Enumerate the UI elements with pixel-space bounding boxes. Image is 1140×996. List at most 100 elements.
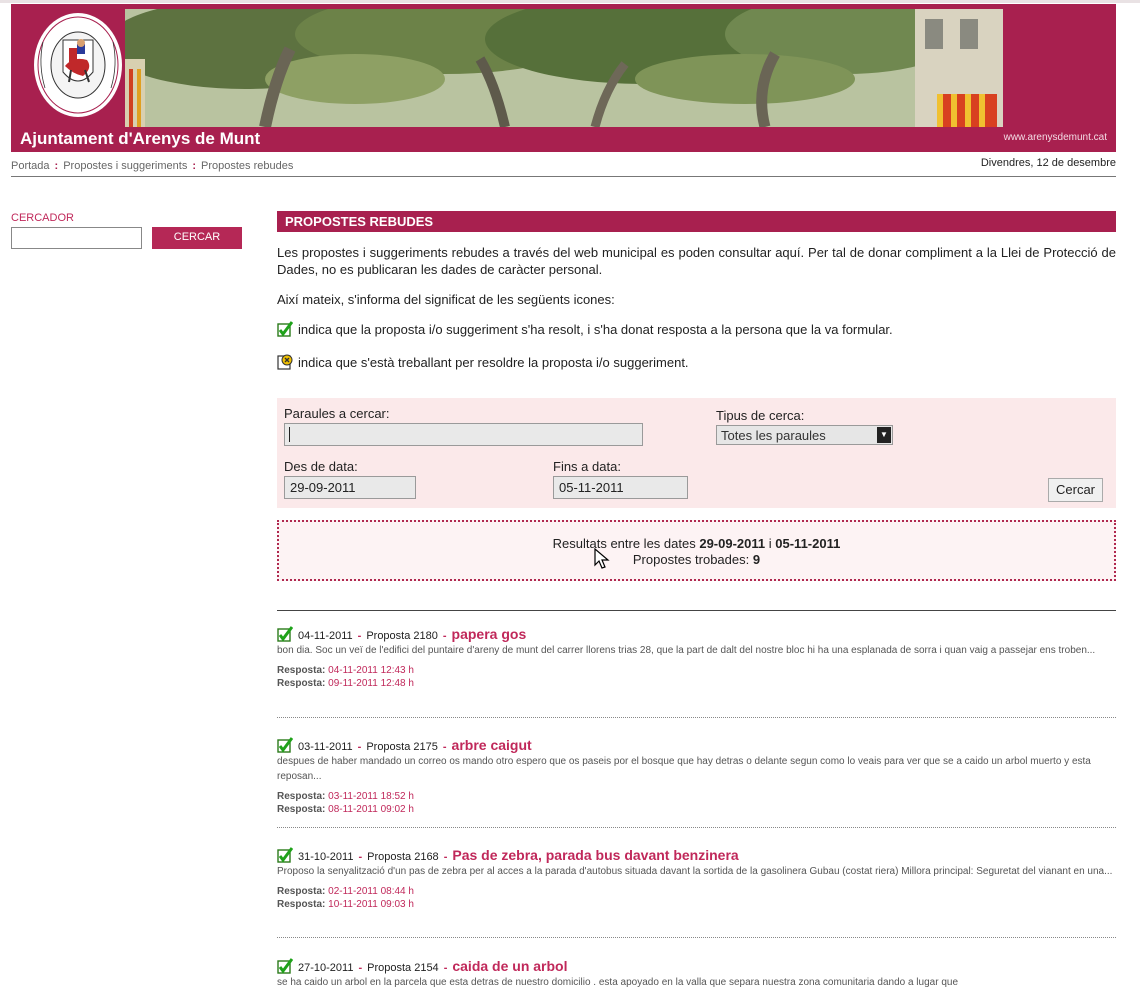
response-date: 08-11-2011 09:02 h: [328, 804, 414, 815]
search-filter-form: Paraules a cercar: Tipus de cerca: Totes…: [277, 398, 1116, 508]
check-resolved-icon: [277, 737, 293, 753]
response-date: 09-11-2011 12:48 h: [328, 678, 414, 689]
separator-dash: -: [357, 630, 362, 642]
proposal-excerpt: Proposo la senyalització d'un pas de zeb…: [277, 866, 1113, 877]
legend-resolved: indica que la proposta i/o suggeriment s…: [277, 321, 1116, 337]
proposal-date: 03-11-2011: [298, 741, 353, 753]
proposal-title-link[interactable]: Pas de zebra, parada bus davant benziner…: [452, 847, 738, 863]
separator-dash: -: [358, 851, 363, 863]
results-prefix: Resultats entre les dates: [552, 536, 696, 551]
results-found-count: 9: [752, 552, 761, 567]
proposal-separator: [277, 717, 1116, 718]
response-label: Resposta:: [277, 791, 326, 802]
proposal-item: 03-11-2011 - Proposta 2175 - arbre caigu…: [277, 737, 1116, 828]
response-label: Resposta:: [277, 804, 326, 815]
working-progress-icon: [277, 354, 293, 370]
proposal-item: 27-10-2011 - Proposta 2154 - caida de un…: [277, 958, 1116, 990]
proposal-number: Proposta 2154: [367, 962, 439, 974]
proposal-header: 03-11-2011 - Proposta 2175 - arbre caigu…: [277, 737, 1116, 753]
site-title[interactable]: Ajuntament d'Arenys de Munt: [20, 129, 260, 149]
separator-dash: -: [357, 741, 362, 753]
from-date-input[interactable]: 29-09-2011: [284, 476, 416, 499]
header-trees-photo: [125, 9, 1003, 127]
proposal-excerpt: se ha caido un arbol en la parcela que e…: [277, 977, 959, 988]
response-label: Resposta:: [277, 886, 326, 897]
main-content: PROPOSTES REBUDES Les propostes i sugger…: [277, 211, 1116, 387]
proposal-responses: Resposta: 03-11-2011 18:52 h Resposta: 0…: [277, 790, 1116, 816]
search-type-value: Totes les paraules: [721, 428, 826, 443]
sidebar-search-label: CERCADOR: [11, 212, 74, 224]
proposal-separator: [277, 827, 1116, 828]
check-resolved-icon: [277, 847, 293, 863]
results-joiner: i: [768, 536, 772, 551]
breadcrumb: Portada: Propostes i suggeriments: Propost…: [11, 160, 293, 172]
proposal-title-link[interactable]: caida de un arbol: [452, 958, 567, 974]
breadcrumb-separator: :: [54, 160, 59, 172]
response-label: Resposta:: [277, 899, 326, 910]
proposal-separator: [277, 937, 1116, 938]
proposal-item: 31-10-2011 - Proposta 2168 - Pas de zebr…: [277, 847, 1116, 938]
text-caret: [289, 427, 290, 442]
intro-text: Les propostes i suggeriments rebudes a t…: [277, 244, 1116, 308]
proposal-title-link[interactable]: papera gos: [452, 626, 527, 642]
intro-paragraph: Les propostes i suggeriments rebudes a t…: [277, 245, 1116, 277]
proposal-date: 04-11-2011: [298, 630, 353, 642]
proposal-date: 31-10-2011: [298, 851, 354, 863]
search-type-select[interactable]: Totes les paraules ▼: [716, 425, 893, 445]
page-title: PROPOSTES REBUDES: [277, 211, 1116, 232]
proposal-number: Proposta 2175: [366, 741, 438, 753]
breadcrumb-proposals[interactable]: Propostes i suggeriments: [63, 160, 187, 172]
legend-working-text: indica que s'està treballant per resoldr…: [298, 354, 689, 370]
results-found-label: Propostes trobades:: [632, 552, 750, 567]
proposal-number: Proposta 2180: [366, 630, 438, 642]
proposal-header: 04-11-2011 - Proposta 2180 - papera gos: [277, 626, 1116, 642]
list-divider: [277, 610, 1116, 611]
legend-working: indica que s'està treballant per resoldr…: [277, 354, 1116, 370]
breadcrumb-separator: :: [192, 160, 196, 172]
from-date-label: Des de data:: [284, 459, 358, 474]
breadcrumb-home[interactable]: Portada: [11, 160, 50, 172]
separator-dash: -: [358, 962, 363, 974]
sidebar-search-button[interactable]: CERCAR: [152, 227, 242, 249]
mouse-cursor-icon: [594, 548, 610, 569]
municipal-seal-logo[interactable]: [33, 10, 133, 120]
breadcrumb-divider: [11, 176, 1116, 177]
words-label: Paraules a cercar:: [284, 406, 390, 421]
results-summary: Resultats entre les dates 29-09-2011 i 0…: [277, 520, 1116, 581]
proposal-responses: Resposta: 04-11-2011 12:43 h Resposta: 0…: [277, 664, 1116, 690]
words-input[interactable]: [284, 423, 643, 446]
proposal-number: Proposta 2168: [367, 851, 439, 863]
proposal-date: 27-10-2011: [298, 962, 354, 974]
search-type-label: Tipus de cerca:: [716, 408, 805, 423]
current-date: Divendres, 12 de desembre: [980, 157, 1116, 169]
separator-dash: -: [443, 851, 448, 863]
proposal-responses: Resposta: 02-11-2011 08:44 h Resposta: 1…: [277, 885, 1116, 911]
proposal-title-link[interactable]: arbre caigut: [452, 737, 532, 753]
proposal-excerpt: bon dia. Soc un veï de l'edifici del pun…: [277, 645, 1096, 656]
response-label: Resposta:: [277, 678, 326, 689]
separator-dash: -: [443, 962, 448, 974]
site-header: Ajuntament d'Arenys de Munt www.arenysde…: [11, 4, 1116, 152]
proposal-header: 27-10-2011 - Proposta 2154 - caida de un…: [277, 958, 1116, 974]
response-label: Resposta:: [277, 665, 326, 676]
response-date: 02-11-2011 08:44 h: [328, 886, 414, 897]
search-submit-button[interactable]: Cercar: [1048, 478, 1104, 502]
legend-resolved-text: indica que la proposta i/o suggeriment s…: [298, 321, 893, 337]
proposal-header: 31-10-2011 - Proposta 2168 - Pas de zebr…: [277, 847, 1116, 863]
breadcrumb-received[interactable]: Propostes rebudes: [201, 160, 293, 172]
dropdown-arrow-icon[interactable]: ▼: [877, 427, 891, 443]
icons-intro: Així mateix, s'informa del significat de…: [277, 292, 615, 307]
separator-dash: -: [442, 630, 447, 642]
sidebar-search-input[interactable]: [11, 227, 142, 249]
results-count: Propostes trobades: 9: [279, 552, 1114, 568]
site-url[interactable]: www.arenysdemunt.cat: [1004, 132, 1107, 143]
check-resolved-icon: [277, 321, 293, 337]
results-date-from: 29-09-2011: [699, 536, 766, 551]
to-date-label: Fins a data:: [553, 459, 621, 474]
check-resolved-icon: [277, 626, 293, 642]
results-date-to: 05-11-2011: [775, 536, 841, 551]
response-date: 03-11-2011 18:52 h: [328, 791, 414, 802]
to-date-input[interactable]: 05-11-2011: [553, 476, 688, 499]
results-date-range: Resultats entre les dates 29-09-2011 i 0…: [279, 536, 1114, 552]
proposal-excerpt: despues de haber mandado un correo os ma…: [277, 756, 1091, 782]
